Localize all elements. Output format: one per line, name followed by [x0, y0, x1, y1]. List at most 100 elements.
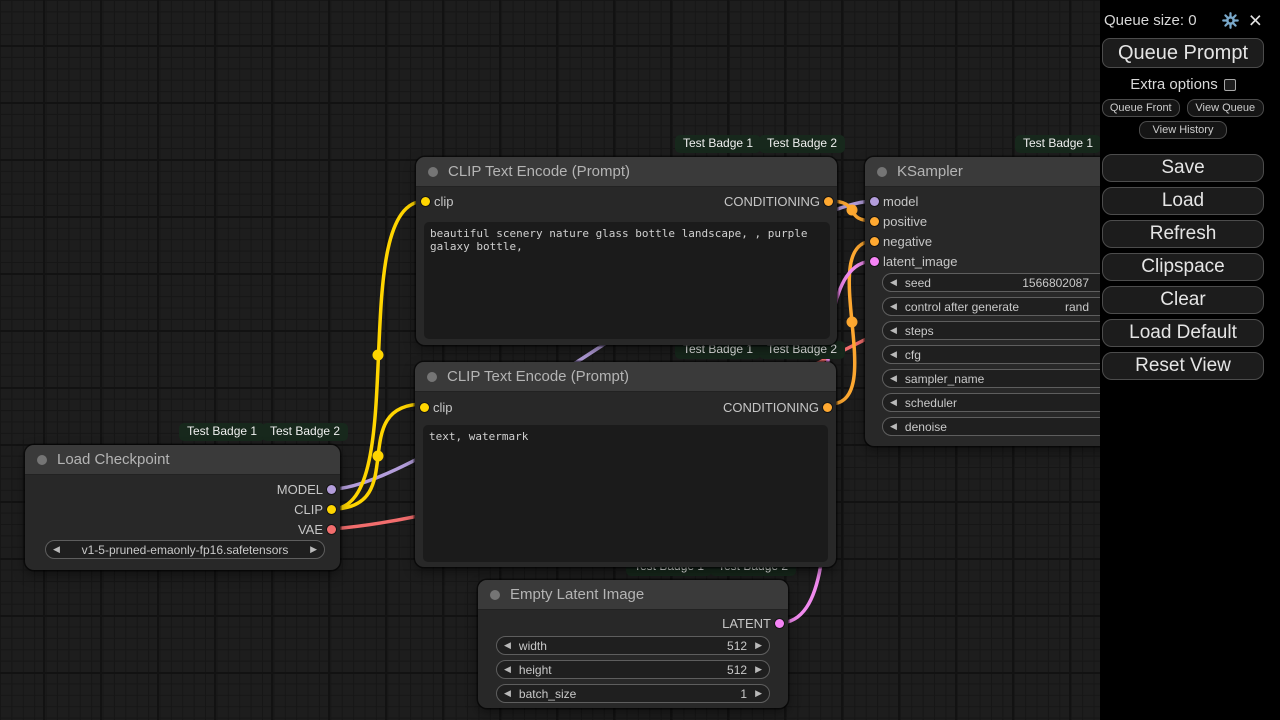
node-status-dot	[877, 167, 887, 177]
menu-header: Queue size: 0 ×	[1102, 8, 1264, 32]
input-label-model: model	[883, 195, 918, 208]
input-dot-model[interactable]	[870, 197, 879, 206]
widget-value: 1566802087	[1022, 276, 1089, 290]
node-title-bar[interactable]: CLIP Text Encode (Prompt)	[416, 157, 837, 187]
node-clip-text-encode-negative[interactable]: CLIP Text Encode (Prompt) clip CONDITION…	[415, 362, 836, 567]
widget-left-arrow-icon[interactable]: ◀	[890, 326, 897, 335]
widget-name: cfg	[905, 348, 921, 362]
refresh-button[interactable]: Refresh	[1102, 220, 1264, 248]
node-title-bar[interactable]: Load Checkpoint	[25, 445, 340, 475]
wire-clip-negative	[332, 404, 424, 509]
node-canvas[interactable]: Test Badge 1 Test Badge 2 Test Badge 1 T…	[0, 0, 1280, 720]
input-label-negative: negative	[883, 235, 932, 248]
wire-clip-positive	[332, 201, 425, 509]
positive-prompt-textarea[interactable]: beautiful scenery nature glass bottle la…	[424, 222, 830, 339]
widget-left-arrow-icon[interactable]: ◀	[890, 374, 897, 383]
combo-left-arrow-icon[interactable]: ◀	[53, 545, 60, 554]
widget-name: control after generate	[905, 300, 1019, 314]
extra-options-label: Extra options	[1130, 76, 1218, 93]
output-label-latent: LATENT	[722, 617, 771, 630]
input-label-positive: positive	[883, 215, 927, 228]
extra-options-checkbox[interactable]	[1224, 79, 1236, 91]
node-badge: Test Badge 1	[179, 423, 265, 441]
clear-button[interactable]: Clear	[1102, 286, 1264, 314]
output-label-vae: VAE	[298, 523, 323, 536]
save-button[interactable]: Save	[1102, 154, 1264, 182]
widget-value: 512	[727, 639, 747, 653]
input-dot-clip[interactable]	[421, 197, 430, 206]
output-label-clip: CLIP	[294, 503, 323, 516]
output-label-model: MODEL	[277, 483, 323, 496]
negative-prompt-textarea[interactable]: text, watermark	[423, 425, 828, 562]
node-status-dot	[428, 167, 438, 177]
node-badge: Test Badge 2	[262, 423, 348, 441]
widget-left-arrow-icon[interactable]: ◀	[504, 665, 511, 674]
widget-left-arrow-icon[interactable]: ◀	[890, 398, 897, 407]
output-dot-conditioning[interactable]	[824, 197, 833, 206]
output-label-conditioning: CONDITIONING	[723, 401, 819, 414]
output-dot-clip[interactable]	[327, 505, 336, 514]
reset-view-button[interactable]: Reset View	[1102, 352, 1264, 380]
queue-size-label: Queue size: 0	[1104, 12, 1214, 29]
load-button[interactable]: Load	[1102, 187, 1264, 215]
widget-name: batch_size	[519, 687, 576, 701]
output-dot-model[interactable]	[327, 485, 336, 494]
close-icon[interactable]: ×	[1247, 10, 1264, 30]
widget-right-arrow-icon[interactable]: ▶	[755, 665, 762, 674]
queue-front-button[interactable]: Queue Front	[1102, 99, 1180, 117]
output-dot-conditioning[interactable]	[823, 403, 832, 412]
node-badge: Test Badge 2	[759, 135, 845, 153]
wire-midpoint-dot	[847, 205, 858, 216]
load-default-button[interactable]: Load Default	[1102, 319, 1264, 347]
input-dot-negative[interactable]	[870, 237, 879, 246]
node-badge: Test Badge 1	[1015, 135, 1101, 153]
node-title: CLIP Text Encode (Prompt)	[447, 368, 629, 385]
view-history-button[interactable]: View History	[1139, 121, 1227, 139]
node-clip-text-encode-positive[interactable]: CLIP Text Encode (Prompt) clip CONDITION…	[416, 157, 837, 345]
widget-left-arrow-icon[interactable]: ◀	[504, 689, 511, 698]
extra-options-row: Extra options	[1102, 76, 1264, 93]
widget-right-arrow-icon[interactable]: ▶	[755, 641, 762, 650]
clipspace-button[interactable]: Clipspace	[1102, 253, 1264, 281]
widget-name: denoise	[905, 420, 947, 434]
combo-right-arrow-icon[interactable]: ▶	[310, 545, 317, 554]
widget-name: width	[519, 639, 547, 653]
widget-right-arrow-icon[interactable]: ▶	[755, 689, 762, 698]
queue-prompt-button[interactable]: Queue Prompt	[1102, 38, 1264, 68]
ckpt-name-combo[interactable]: ◀ v1-5-pruned-emaonly-fp16.safetensors ▶	[45, 540, 325, 559]
input-label-clip: clip	[434, 195, 454, 208]
widget-left-arrow-icon[interactable]: ◀	[890, 278, 897, 287]
width-widget[interactable]: ◀ width 512 ▶	[496, 636, 770, 655]
wire-midpoint-dot	[373, 350, 384, 361]
node-title: Load Checkpoint	[57, 451, 170, 468]
input-dot-clip[interactable]	[420, 403, 429, 412]
input-dot-latent-image[interactable]	[870, 257, 879, 266]
widget-value: rand	[1065, 300, 1089, 314]
widget-name: steps	[905, 324, 934, 338]
gear-icon[interactable]	[1222, 12, 1239, 29]
widget-value: 1	[740, 687, 747, 701]
node-title: Empty Latent Image	[510, 586, 644, 603]
widget-name: height	[519, 663, 552, 677]
node-title: KSampler	[897, 163, 963, 180]
node-empty-latent-image[interactable]: Empty Latent Image LATENT ◀ width 512 ▶ …	[478, 580, 788, 708]
widget-name: seed	[905, 276, 931, 290]
node-status-dot	[490, 590, 500, 600]
node-title-bar[interactable]: CLIP Text Encode (Prompt)	[415, 362, 836, 392]
view-queue-button[interactable]: View Queue	[1187, 99, 1265, 117]
input-label-latent-image: latent_image	[883, 255, 957, 268]
node-status-dot	[37, 455, 47, 465]
input-label-clip: clip	[433, 401, 453, 414]
node-title-bar[interactable]: Empty Latent Image	[478, 580, 788, 610]
output-dot-latent[interactable]	[775, 619, 784, 628]
input-dot-positive[interactable]	[870, 217, 879, 226]
ckpt-name-value: v1-5-pruned-emaonly-fp16.safetensors	[68, 543, 302, 557]
output-dot-vae[interactable]	[327, 525, 336, 534]
widget-left-arrow-icon[interactable]: ◀	[890, 350, 897, 359]
node-load-checkpoint[interactable]: Load Checkpoint MODEL CLIP VAE ◀ v1-5-pr…	[25, 445, 340, 570]
height-widget[interactable]: ◀ height 512 ▶	[496, 660, 770, 679]
widget-left-arrow-icon[interactable]: ◀	[504, 641, 511, 650]
batch-size-widget[interactable]: ◀ batch_size 1 ▶	[496, 684, 770, 703]
widget-left-arrow-icon[interactable]: ◀	[890, 302, 897, 311]
widget-left-arrow-icon[interactable]: ◀	[890, 422, 897, 431]
